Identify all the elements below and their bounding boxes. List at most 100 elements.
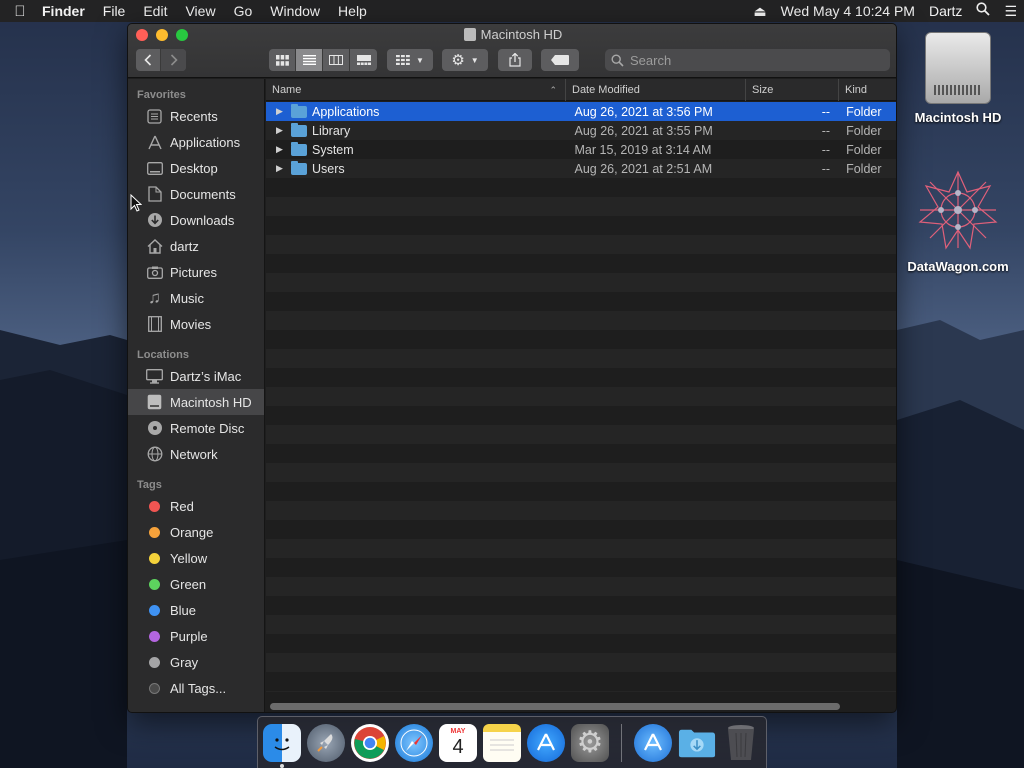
sidebar-item-label: Desktop (170, 160, 218, 176)
notification-center-icon[interactable]: ☰ (997, 0, 1024, 22)
sidebar-item-pictures[interactable]: Pictures (128, 259, 264, 285)
sidebar-item-desktop[interactable]: Desktop (128, 155, 264, 181)
group-by-button[interactable]: ▼ (387, 49, 433, 71)
sidebar-item-macintosh-hd[interactable]: Macintosh HD (128, 389, 264, 415)
gallery-view-icon[interactable] (350, 49, 377, 71)
column-header-date-modified[interactable]: Date Modified (566, 78, 746, 101)
sidebar-tag-all-tags[interactable]: All Tags... (128, 675, 264, 701)
sidebar-tag-red[interactable]: Red (128, 493, 264, 519)
menu-window[interactable]: Window (261, 0, 329, 22)
horizontal-scrollbar[interactable] (270, 703, 840, 710)
sidebar-tag-purple[interactable]: Purple (128, 623, 264, 649)
sidebar-item-applications[interactable]: Applications (128, 129, 264, 155)
sidebar-item-network[interactable]: Network (128, 441, 264, 467)
menu-file[interactable]: File (94, 0, 135, 22)
spotlight-search-icon[interactable] (969, 0, 997, 22)
column-view-icon[interactable] (323, 49, 350, 71)
sidebar-item-remote-disc[interactable]: Remote Disc (128, 415, 264, 441)
datawagon-logo-icon (918, 170, 998, 250)
table-row[interactable]: ▶ Applications Aug 26, 2021 at 3:56 PM -… (266, 102, 896, 121)
table-row[interactable]: ▶ Library Aug 26, 2021 at 3:55 PM -- Fol… (266, 121, 896, 140)
sidebar-tag-yellow[interactable]: Yellow (128, 545, 264, 571)
desktop-icon-macintosh-hd[interactable]: Macintosh HD (903, 32, 1013, 125)
music-icon: ♫ (148, 288, 161, 307)
sidebar-item-movies[interactable]: Movies (128, 311, 264, 337)
notes-icon[interactable] (483, 723, 521, 762)
tag-color-icon (146, 628, 163, 645)
sidebar-tag-green[interactable]: Green (128, 571, 264, 597)
system-preferences-icon[interactable]: ⚙ (571, 723, 609, 762)
list-header: Name ⌃ Date Modified Size Kind (266, 78, 896, 101)
menu-edit[interactable]: Edit (134, 0, 176, 22)
sidebar-item-recents[interactable]: Recents (128, 103, 264, 129)
sidebar-item-label: Recents (170, 108, 218, 124)
column-header-kind[interactable]: Kind (839, 79, 896, 101)
tag-color-icon (146, 550, 163, 567)
sidebar-item-label: Purple (170, 628, 208, 644)
disclosure-triangle-icon[interactable]: ▶ (276, 144, 286, 155)
tag-color-icon (146, 576, 163, 593)
file-size: -- (821, 104, 831, 119)
folder-icon (291, 160, 307, 175)
app-store-icon[interactable] (527, 723, 565, 762)
sort-ascending-icon: ⌃ (549, 84, 557, 95)
menu-go[interactable]: Go (225, 0, 262, 22)
icon-view-icon[interactable] (269, 49, 296, 71)
menubar-clock[interactable]: Wed May 4 10:24 PM (774, 0, 922, 22)
sidebar-item-label: All Tags... (170, 680, 227, 696)
menu-help[interactable]: Help (329, 0, 376, 22)
sidebar-item-dartz[interactable]: dartz (128, 233, 264, 259)
sidebar-item-label: Network (170, 446, 218, 462)
applications-icon (146, 134, 163, 151)
file-rows: ▶ Applications Aug 26, 2021 at 3:56 PM -… (266, 102, 896, 692)
downloads-folder-icon[interactable] (678, 724, 716, 762)
sidebar: Favorites Recents Applications Desktop D… (128, 79, 265, 712)
disclosure-triangle-icon[interactable]: ▶ (276, 106, 286, 117)
trash-icon[interactable] (722, 724, 760, 762)
group-icon (396, 55, 410, 65)
launchpad-icon[interactable] (307, 723, 345, 762)
forward-button[interactable] (161, 49, 186, 71)
file-kind: Folder (846, 123, 882, 138)
sidebar-item-music[interactable]: ♫ Music (128, 285, 264, 311)
menu-view[interactable]: View (176, 0, 224, 22)
folder-icon (291, 103, 307, 118)
disclosure-triangle-icon[interactable]: ▶ (276, 163, 286, 174)
search-field[interactable]: Search (605, 49, 890, 71)
sidebar-item-downloads[interactable]: Downloads (128, 207, 264, 233)
sidebar-tag-blue[interactable]: Blue (128, 597, 264, 623)
safari-icon[interactable] (395, 723, 433, 762)
file-date-modified: Aug 26, 2021 at 3:56 PM (574, 104, 713, 119)
disc-icon (146, 420, 163, 437)
file-name: Users (312, 161, 345, 176)
pictures-icon (146, 264, 163, 281)
sidebar-item-imac[interactable]: Dartz’s iMac (128, 363, 264, 389)
dock-separator (621, 723, 622, 762)
back-button[interactable] (136, 49, 161, 71)
table-row[interactable]: ▶ System Mar 15, 2019 at 3:14 AM -- Fold… (266, 140, 896, 159)
app-menu-finder[interactable]: Finder (40, 0, 94, 22)
column-header-name[interactable]: Name ⌃ (266, 78, 566, 101)
sidebar-item-documents[interactable]: Documents (128, 181, 264, 207)
window-toolbar: Macintosh HD ▼ ⚙ ▼ Search (128, 24, 896, 78)
sidebar-tag-orange[interactable]: Orange (128, 519, 264, 545)
disclosure-triangle-icon[interactable]: ▶ (276, 125, 286, 136)
sidebar-item-label: Music (170, 290, 204, 306)
view-mode-control (269, 49, 377, 71)
calendar-icon[interactable]: MAY 4 (439, 723, 477, 762)
finder-icon[interactable] (263, 723, 301, 768)
column-header-size[interactable]: Size (746, 78, 839, 101)
eject-icon[interactable]: ⏏ (746, 0, 773, 22)
sidebar-tag-gray[interactable]: Gray (128, 649, 264, 675)
app-store-download-icon[interactable] (634, 723, 672, 762)
action-menu-button[interactable]: ⚙ ▼ (442, 49, 488, 71)
sidebar-item-label: Applications (170, 134, 241, 150)
share-button[interactable] (498, 49, 532, 71)
apple-menu-icon[interactable]:  (0, 3, 40, 20)
list-view-icon[interactable] (296, 49, 323, 71)
menubar-user[interactable]: Dartz (922, 0, 969, 22)
edit-tags-button[interactable] (541, 49, 579, 71)
table-row[interactable]: ▶ Users Aug 26, 2021 at 2:51 AM -- Folde… (266, 159, 896, 178)
desktop-icon-datawagon[interactable]: DataWagon.com (903, 170, 1013, 274)
chrome-icon[interactable] (351, 723, 389, 762)
